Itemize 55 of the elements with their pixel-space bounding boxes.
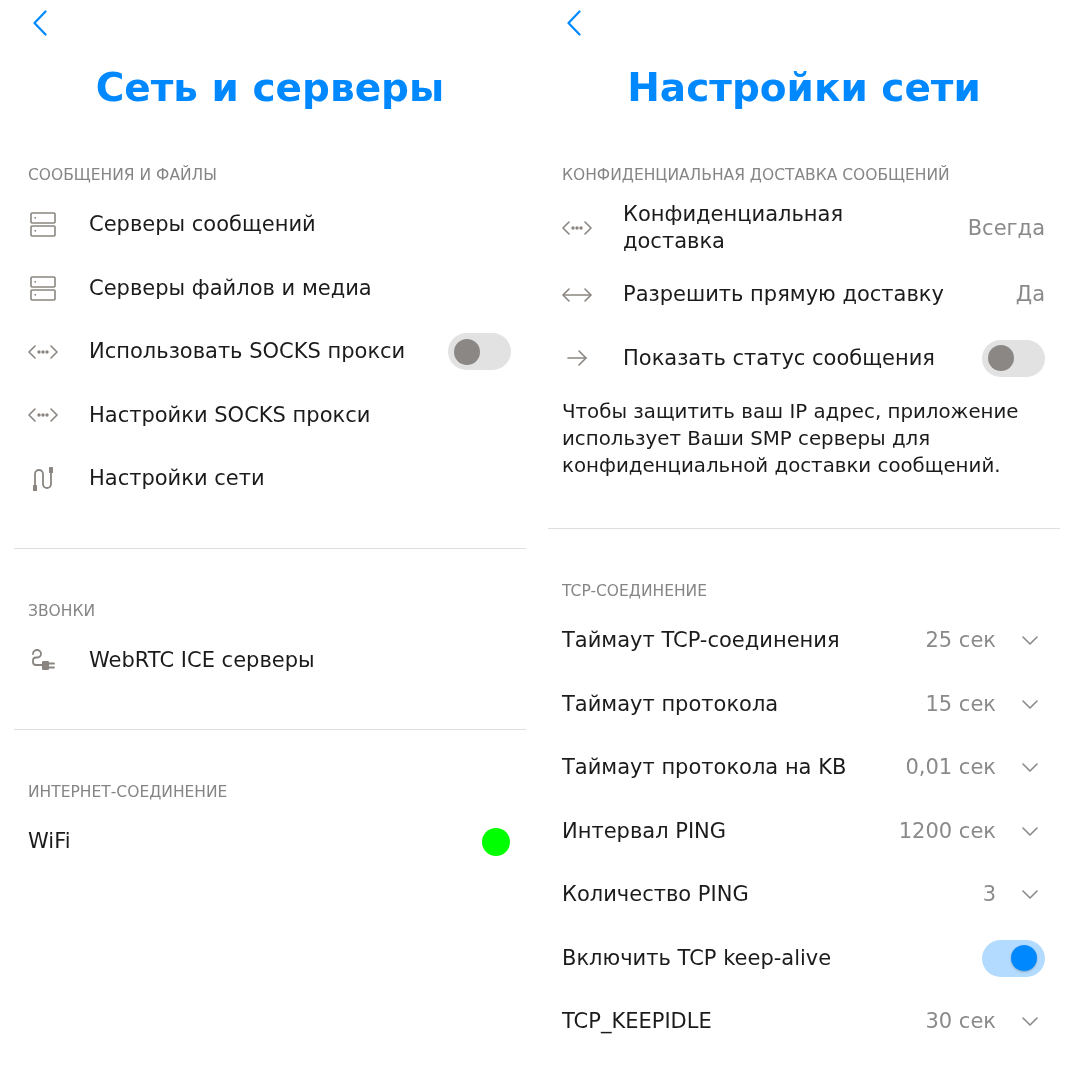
chevron-down-icon[interactable] [1022, 699, 1038, 709]
code-dots-icon [562, 221, 592, 235]
plug-icon [30, 649, 56, 672]
chevron-down-icon[interactable] [1022, 890, 1038, 900]
setting-label[interactable]: Серверы сообщений [89, 211, 511, 239]
setting-label: Использовать SOCKS прокси [89, 338, 407, 366]
setting-label: TCP_KEEPIDLE [562, 1008, 713, 1036]
setting-value[interactable]: Да [1015, 281, 1045, 309]
chevron-left-icon [567, 10, 581, 36]
dropdown-value[interactable]: 1200 сек [898, 817, 996, 845]
screen-title: Настройки сети [626, 64, 982, 112]
screen-title: Сеть и серверы [94, 64, 446, 112]
chevron-left-icon [33, 10, 47, 36]
setting-label[interactable]: Серверы файлов и медиа [89, 274, 511, 302]
section-header: ЗВОНКИ [27, 600, 97, 621]
setting-label: Включить TCP keep-alive [562, 944, 833, 972]
server-icon [30, 275, 56, 301]
double-arrow-icon [562, 287, 592, 302]
dropdown-value[interactable]: 25 сек [925, 627, 996, 655]
toggle-switch[interactable] [982, 339, 1045, 377]
cable-icon [31, 465, 55, 492]
setting-label: Показать статус сообщения [623, 344, 936, 372]
chevron-down-icon[interactable] [1022, 826, 1038, 836]
code-dots-icon [28, 344, 58, 359]
setting-label: Количество PING [562, 881, 750, 909]
setting-label[interactable]: WebRTC ICE серверы [89, 646, 511, 674]
chevron-down-icon[interactable] [1022, 636, 1038, 646]
dropdown-value[interactable]: 15 сек [925, 690, 996, 718]
chevron-down-icon[interactable] [1022, 1017, 1038, 1027]
dropdown-value[interactable]: 30 сек [925, 1008, 996, 1036]
setting-label: Разрешить прямую доставку [623, 281, 945, 309]
setting-label: Конфиденциальная доставка [623, 201, 845, 255]
toggle-switch[interactable] [448, 333, 511, 371]
dropdown-value[interactable]: 3 [982, 881, 996, 909]
back-button[interactable] [567, 10, 581, 36]
setting-label: Таймаут TCP-соединения [562, 627, 841, 655]
code-dots-icon [28, 408, 58, 423]
setting-label: WiFi [28, 828, 72, 856]
setting-label[interactable]: Настройки SOCKS прокси [89, 401, 511, 429]
chevron-down-icon[interactable] [1022, 763, 1038, 773]
section-header: ИНТЕРНЕТ-СОЕДИНЕНИЕ [27, 782, 229, 802]
toggle-switch[interactable] [982, 939, 1045, 977]
section-header: TCP-СОЕДИНЕНИЕ [561, 581, 708, 601]
back-button[interactable] [33, 10, 47, 36]
setting-label: Таймаут протокола на KB [562, 754, 848, 782]
setting-label[interactable]: Настройки сети [89, 465, 511, 493]
setting-label: Интервал PING [562, 817, 728, 845]
section-header: КОНФИДЕНЦИАЛЬНАЯ ДОСТАВКА СООБЩЕНИЙ [561, 165, 951, 185]
section-header: СООБЩЕНИЯ И ФАЙЛЫ [27, 165, 218, 185]
setting-value[interactable]: Всегда [967, 214, 1045, 242]
server-icon [30, 212, 56, 238]
info-text: Чтобы защитить ваш IP адрес, приложение использует Ваши SMP серверы для конфиденциальной доставки сообщений. [561, 399, 1020, 479]
setting-label: Таймаут протокола [562, 690, 780, 718]
dropdown-value[interactable]: 0,01 сек [905, 754, 996, 782]
arrow-right-icon [567, 350, 587, 367]
